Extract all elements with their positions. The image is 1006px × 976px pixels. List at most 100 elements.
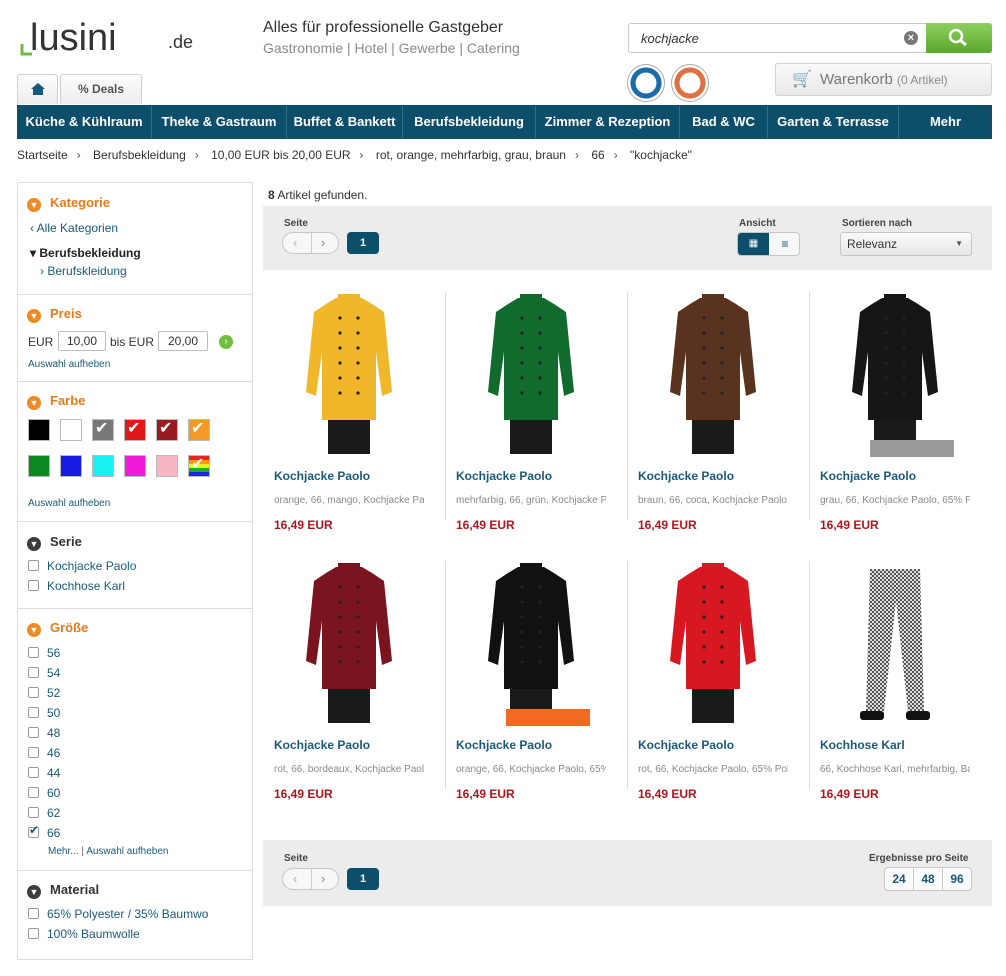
color-swatch[interactable] bbox=[92, 455, 114, 477]
product-image[interactable] bbox=[648, 292, 778, 457]
color-swatch[interactable]: ✔ bbox=[156, 419, 178, 441]
product-image[interactable] bbox=[830, 561, 960, 726]
filter-serie-header[interactable]: ▼ Serie bbox=[27, 534, 82, 551]
per-page-96[interactable]: 96 bbox=[943, 868, 971, 890]
price-submit-icon[interactable]: › bbox=[219, 335, 233, 349]
nav-item-theke[interactable]: Theke & Gastraum bbox=[152, 105, 287, 139]
product-card[interactable]: Kochjacke Paolo grau, 66, Kochjacke Paolo… bbox=[810, 292, 982, 546]
product-name[interactable]: Kochjacke Paolo bbox=[820, 469, 916, 483]
color-swatch[interactable]: ✔ bbox=[124, 419, 146, 441]
product-name[interactable]: Kochhose Karl bbox=[820, 738, 905, 752]
color-swatch[interactable]: ✔ bbox=[92, 419, 114, 441]
breadcrumb-item[interactable]: 10,00 EUR bis 20,00 EUR bbox=[211, 148, 350, 162]
subcategory-link[interactable]: › Berufskleidung bbox=[40, 264, 127, 278]
checkbox-size[interactable]: 54 bbox=[28, 666, 60, 680]
price-from-input[interactable]: 10,00 bbox=[58, 331, 106, 351]
next-page-icon[interactable]: › bbox=[321, 235, 325, 250]
product-name[interactable]: Kochjacke Paolo bbox=[274, 738, 370, 752]
checkbox-size[interactable]: 62 bbox=[28, 806, 60, 820]
next-page-icon[interactable]: › bbox=[321, 871, 325, 886]
product-image[interactable] bbox=[830, 292, 960, 457]
product-name[interactable]: Kochjacke Paolo bbox=[274, 469, 370, 483]
per-page-48[interactable]: 48 bbox=[914, 868, 943, 890]
breadcrumb-item[interactable]: rot, orange, mehrfarbig, grau, braun bbox=[376, 148, 566, 162]
product-card[interactable]: Kochjacke Paolo orange, 66, Kochjacke Pao… bbox=[446, 561, 618, 815]
color-swatch[interactable] bbox=[60, 419, 82, 441]
cart-button[interactable]: 🛒 Warenkorb (0 Artikel) bbox=[775, 63, 992, 96]
page-button-current[interactable]: 1 bbox=[347, 232, 379, 254]
breadcrumb-item[interactable]: 66 bbox=[591, 148, 604, 162]
nav-item-garten[interactable]: Garten & Terrasse bbox=[768, 105, 899, 139]
price-reset-link[interactable]: Auswahl aufheben bbox=[28, 359, 110, 370]
product-image[interactable] bbox=[284, 292, 414, 457]
trust-seal-icon[interactable] bbox=[627, 64, 665, 102]
product-card[interactable]: Kochjacke Paolo braun, 66, coca, Kochjack… bbox=[628, 292, 800, 546]
per-page-24[interactable]: 24 bbox=[885, 868, 914, 890]
product-name[interactable]: Kochjacke Paolo bbox=[638, 469, 734, 483]
filter-farbe-header[interactable]: ▼ Farbe bbox=[27, 393, 85, 410]
all-categories-link[interactable]: ‹ Alle Kategorien bbox=[30, 221, 118, 235]
checkbox-material-baumwolle[interactable]: 100% Baumwolle bbox=[28, 927, 140, 941]
home-tab[interactable] bbox=[17, 74, 58, 104]
checkbox-size[interactable]: 44 bbox=[28, 766, 60, 780]
size-more-link[interactable]: Mehr... bbox=[48, 846, 79, 857]
page-button-current[interactable]: 1 bbox=[347, 868, 379, 890]
color-swatch[interactable] bbox=[124, 455, 146, 477]
color-swatch[interactable] bbox=[28, 419, 50, 441]
checkbox-size[interactable]: 46 bbox=[28, 746, 60, 760]
product-image[interactable] bbox=[284, 561, 414, 726]
product-card[interactable]: Kochjacke Paolo rot, 66, bordeaux, Kochja… bbox=[264, 561, 436, 815]
product-image[interactable] bbox=[648, 561, 778, 726]
product-card[interactable]: Kochhose Karl 66, Kochhose Karl, mehrfarb… bbox=[810, 561, 982, 815]
filter-groesse-header[interactable]: ▼ Größe bbox=[27, 620, 88, 637]
checkbox-material-polyester[interactable]: 65% Polyester / 35% Baumwolle bbox=[28, 907, 208, 921]
prev-page-icon[interactable]: ‹ bbox=[293, 235, 297, 250]
product-name[interactable]: Kochjacke Paolo bbox=[456, 738, 552, 752]
checkbox-size[interactable]: 50 bbox=[28, 706, 60, 720]
logo[interactable]: lusini .de bbox=[18, 14, 218, 64]
product-image[interactable] bbox=[466, 561, 596, 726]
nav-item-zimmer[interactable]: Zimmer & Rezeption bbox=[536, 105, 680, 139]
nav-item-kueche[interactable]: Küche & Kühlraum bbox=[17, 105, 152, 139]
sort-select[interactable]: Relevanz ▼ bbox=[840, 232, 972, 256]
grid-view-icon[interactable]: ▦ bbox=[738, 233, 769, 255]
breadcrumb-item[interactable]: Berufsbekleidung bbox=[93, 148, 186, 162]
color-swatch[interactable]: ✔ bbox=[188, 419, 210, 441]
checkbox-size[interactable]: 66 bbox=[28, 823, 60, 840]
filter-material-header[interactable]: ▼ Material bbox=[27, 882, 99, 899]
clear-icon[interactable]: × bbox=[904, 31, 918, 45]
size-reset-link[interactable]: Auswahl aufheben bbox=[86, 846, 168, 857]
search-button[interactable] bbox=[926, 23, 992, 53]
nav-item-buffet[interactable]: Buffet & Bankett bbox=[287, 105, 403, 139]
product-card[interactable]: Kochjacke Paolo rot, 66, Kochjacke Paolo,… bbox=[628, 561, 800, 815]
checkbox-size[interactable]: 48 bbox=[28, 726, 60, 740]
product-card[interactable]: Kochjacke Paolo orange, 66, mango, Kochja… bbox=[264, 292, 436, 546]
deals-tab[interactable]: % Deals bbox=[60, 74, 142, 104]
color-swatch[interactable] bbox=[28, 455, 50, 477]
list-view-icon[interactable]: ≡ bbox=[770, 233, 799, 255]
product-card[interactable]: Kochjacke Paolo mehrfarbig, 66, grün, Koc… bbox=[446, 292, 618, 546]
nav-item-berufsbekleidung[interactable]: Berufsbekleidung bbox=[403, 105, 536, 139]
checkbox-size[interactable]: 56 bbox=[28, 646, 60, 660]
nav-item-bad[interactable]: Bad & WC bbox=[680, 105, 768, 139]
product-name[interactable]: Kochjacke Paolo bbox=[638, 738, 734, 752]
filter-kategorie-header[interactable]: ▼ Kategorie bbox=[27, 195, 110, 212]
color-swatch[interactable]: ✔ bbox=[188, 455, 210, 477]
checkbox-size[interactable]: 52 bbox=[28, 686, 60, 700]
checkbox-size[interactable]: 60 bbox=[28, 786, 60, 800]
search-input[interactable] bbox=[629, 24, 909, 52]
checkbox-serie-karl[interactable]: Kochhose Karl bbox=[28, 579, 125, 593]
award-seal-icon[interactable] bbox=[671, 64, 709, 102]
color-reset-link[interactable]: Auswahl aufheben bbox=[28, 498, 110, 509]
breadcrumb-item[interactable]: Startseite bbox=[17, 148, 68, 162]
color-swatch[interactable] bbox=[60, 455, 82, 477]
filter-preis-header[interactable]: ▼ Preis bbox=[27, 306, 82, 323]
product-name[interactable]: Kochjacke Paolo bbox=[456, 469, 552, 483]
price-to-input[interactable]: 20,00 bbox=[158, 331, 208, 351]
checkbox-serie-paolo[interactable]: Kochjacke Paolo bbox=[28, 559, 136, 573]
prev-page-icon[interactable]: ‹ bbox=[293, 871, 297, 886]
nav-item-mehr[interactable]: Mehr bbox=[899, 105, 992, 139]
chevron-down-icon: ▼ bbox=[27, 309, 41, 323]
color-swatch[interactable] bbox=[156, 455, 178, 477]
product-image[interactable] bbox=[466, 292, 596, 457]
